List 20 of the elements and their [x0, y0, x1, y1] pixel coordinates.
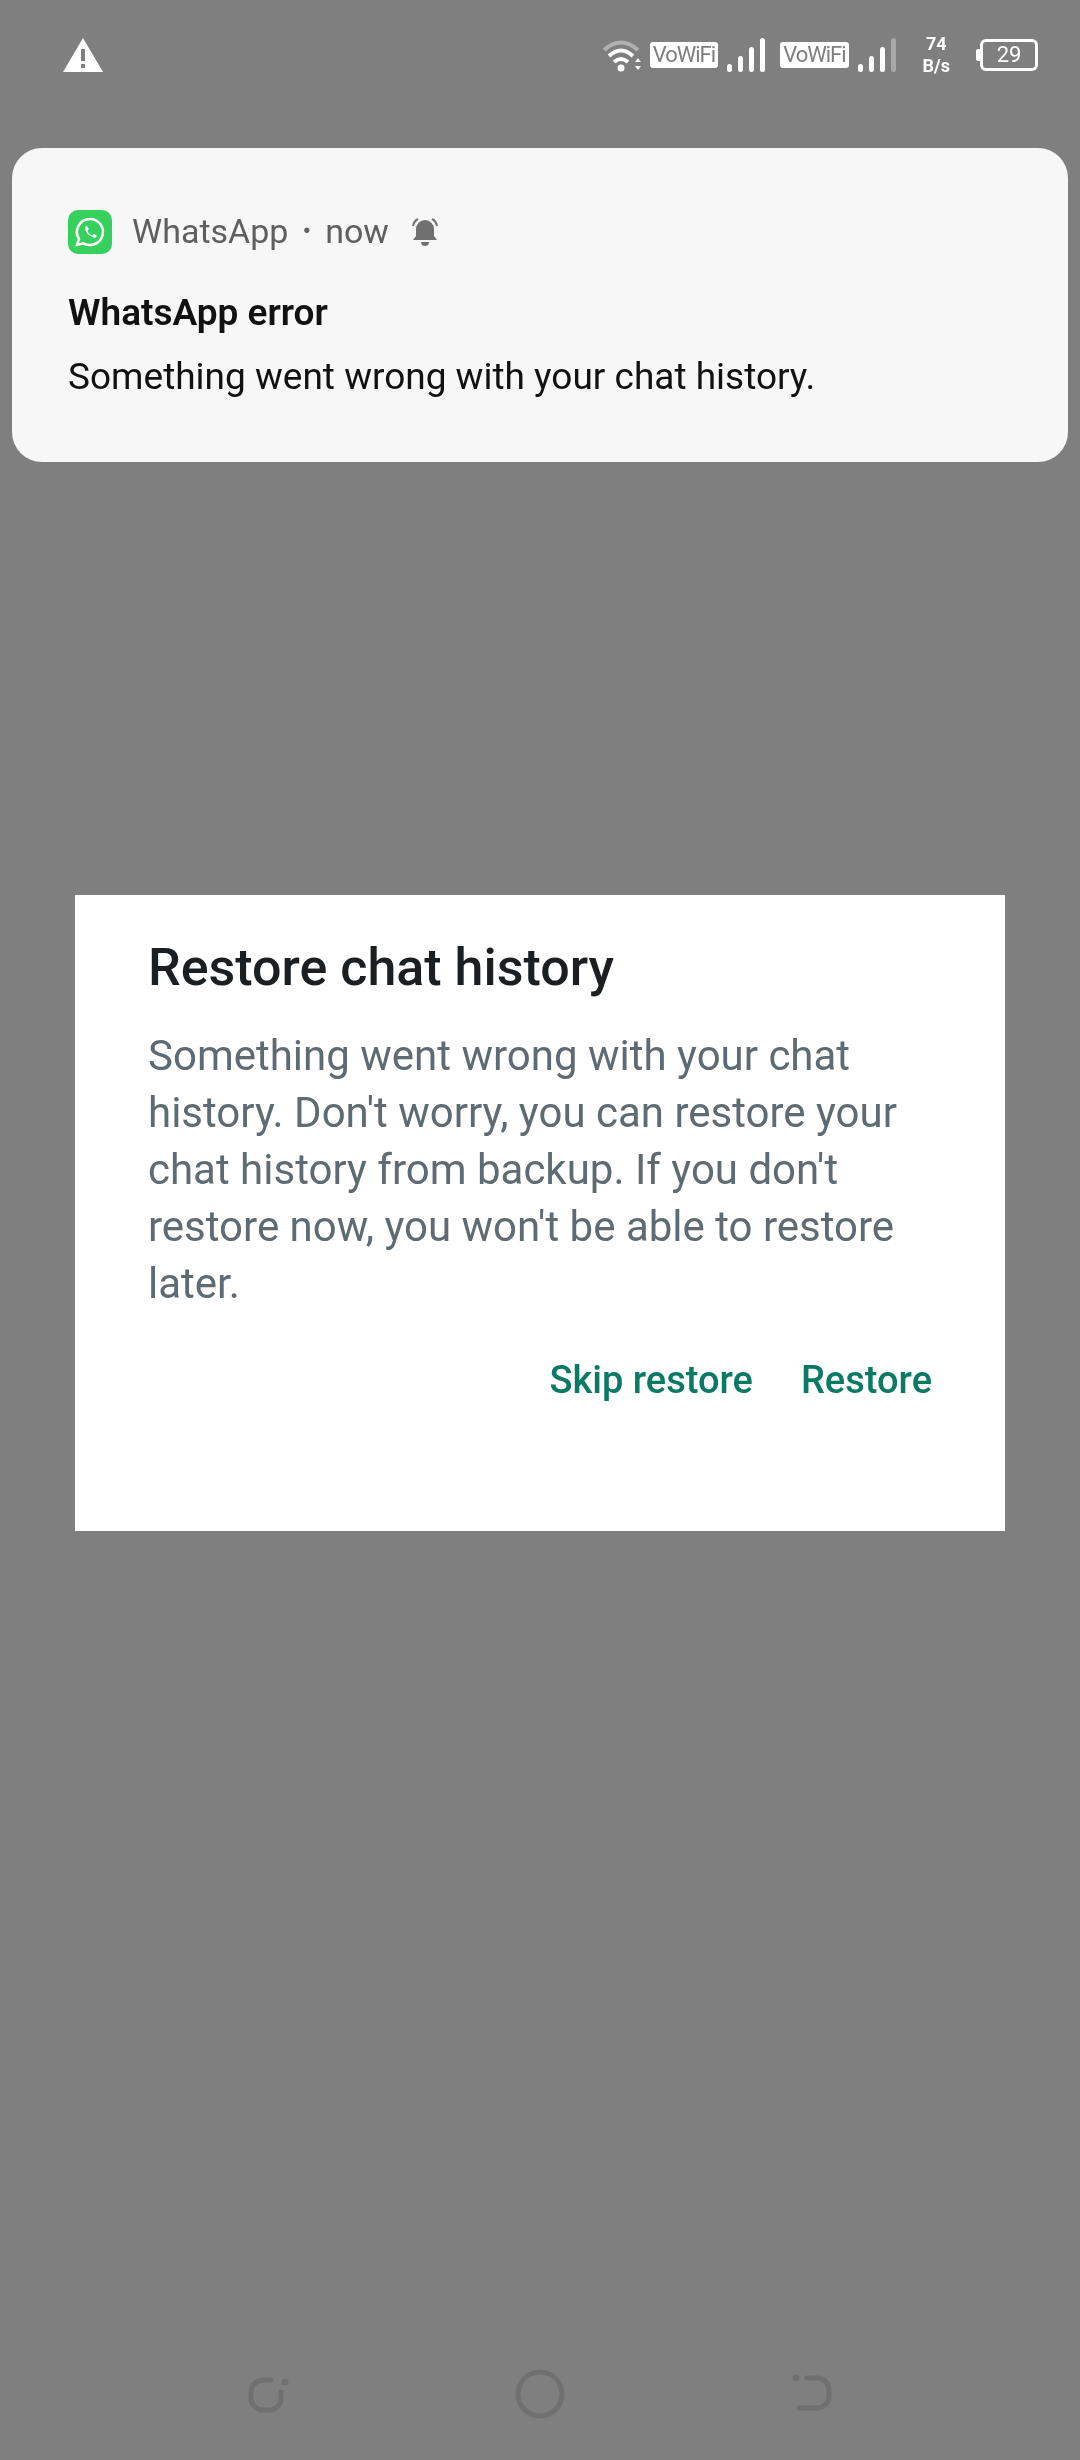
- dialog-title: Restore chat history: [148, 936, 615, 1000]
- battery-level: 29: [996, 44, 1022, 66]
- net-speed-value: 74: [925, 33, 947, 55]
- dialog-message: Something went wrong with your chat history. Don't worry, you can restore your chat history from backup. If you don't restore now, you won't be able to restore later.: [148, 1030, 898, 1310]
- warning-icon: [62, 37, 104, 73]
- notification-body: Something went wrong with your chat history.: [68, 353, 817, 400]
- vowifi-label: VoWiFi: [780, 42, 849, 68]
- dialog-button[interactable]: Skip restore: [549, 1344, 753, 1417]
- vowifi-label: VoWiFi: [649, 42, 719, 68]
- notification-title: WhatsApp error: [68, 290, 329, 336]
- notification-card[interactable]: WhatsApp • now WhatsApp error Something went wrong with your chat history.: [12, 148, 1068, 462]
- separator-dot: •: [302, 215, 312, 248]
- notification-app-name: WhatsApp: [132, 210, 289, 253]
- wifi-icon: [601, 38, 642, 72]
- signal-icon: [726, 38, 767, 72]
- signal-icon: [856, 38, 897, 72]
- dialog-button[interactable]: Restore: [800, 1344, 932, 1417]
- notification-time: now: [325, 210, 389, 253]
- net-speed-unit: B/s: [922, 55, 950, 77]
- chat-bubble-app-icon: [68, 209, 112, 254]
